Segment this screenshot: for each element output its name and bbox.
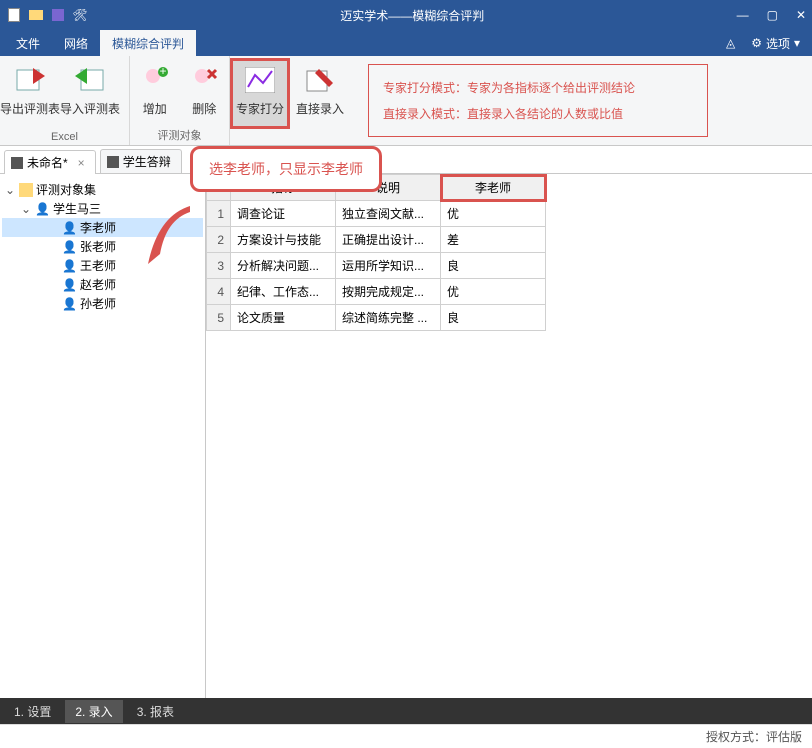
person-icon: 👤 bbox=[62, 278, 77, 292]
grid-pane: 指标 说明 李老师 1调查论证独立查阅文献...优 2方案设计与技能正确提出设计… bbox=[206, 174, 812, 698]
folder-icon bbox=[19, 183, 33, 197]
collapse-icon[interactable]: ⌄ bbox=[20, 202, 32, 216]
delete-button[interactable]: 删除 bbox=[180, 58, 230, 125]
edit-icon bbox=[304, 64, 336, 96]
table-row[interactable]: 4纪律、工作态...按期完成规定...优 bbox=[207, 279, 546, 305]
delete-user-icon bbox=[188, 64, 220, 96]
gear-icon: ⚙ bbox=[751, 36, 762, 50]
bottom-tabs: 1. 设置 2. 录入 3. 报表 bbox=[0, 698, 812, 724]
import-icon bbox=[74, 64, 106, 96]
doc-tab-student[interactable]: 学生答辩 bbox=[100, 149, 182, 173]
add-button[interactable]: + 增加 bbox=[130, 58, 180, 125]
ribbon-group-target: 评测对象 bbox=[130, 125, 229, 145]
callout-text: 选李老师，只显示李老师 bbox=[190, 146, 382, 192]
maximize-button[interactable]: ▢ bbox=[767, 8, 778, 22]
table-row[interactable]: 2方案设计与技能正确提出设计...差 bbox=[207, 227, 546, 253]
tools-icon[interactable]: 🛠 bbox=[72, 7, 88, 23]
data-grid: 指标 说明 李老师 1调查论证独立查阅文献...优 2方案设计与技能正确提出设计… bbox=[206, 174, 546, 331]
table-row[interactable]: 3分析解决问题...运用所学知识...良 bbox=[207, 253, 546, 279]
options-menu[interactable]: ⚙选项▾ bbox=[743, 30, 808, 56]
mode-line-1: 专家打分模式：专家为各指标逐个给出评测结论 bbox=[383, 75, 693, 101]
add-user-icon: + bbox=[139, 64, 171, 96]
menu-file[interactable]: 文件 bbox=[4, 30, 52, 56]
table-row[interactable]: 1调查论证独立查阅文献...优 bbox=[207, 201, 546, 227]
person-icon: 👤 bbox=[62, 297, 77, 311]
close-tab-icon[interactable]: × bbox=[78, 156, 85, 170]
table-row[interactable]: 5论文质量综述简练完整 ...良 bbox=[207, 305, 546, 331]
import-table-button[interactable]: 导入评测表 bbox=[60, 58, 120, 129]
statusbar: 授权方式：评估版 bbox=[0, 724, 812, 748]
tree-teacher-zhao[interactable]: 👤赵老师 bbox=[2, 275, 203, 294]
cube-icon bbox=[107, 156, 119, 168]
person-icon: 👤 bbox=[62, 221, 77, 235]
license-label: 授权方式：评估版 bbox=[706, 728, 802, 745]
help-icon[interactable]: ◬ bbox=[718, 30, 743, 56]
bottom-tab-input[interactable]: 2. 录入 bbox=[65, 700, 122, 723]
menubar: 文件 网络 模糊综合评判 ◬ ⚙选项▾ bbox=[0, 30, 812, 56]
minimize-button[interactable]: — bbox=[737, 8, 749, 22]
close-button[interactable]: ✕ bbox=[796, 8, 806, 22]
menu-network[interactable]: 网络 bbox=[52, 30, 100, 56]
expert-score-button[interactable]: 专家打分 bbox=[230, 58, 290, 129]
chart-icon bbox=[244, 64, 276, 96]
cube-icon bbox=[11, 157, 23, 169]
doc-tab-unnamed[interactable]: 未命名*× bbox=[4, 150, 96, 174]
bottom-tab-report[interactable]: 3. 报表 bbox=[127, 700, 184, 723]
collapse-icon[interactable]: ⌄ bbox=[4, 183, 16, 197]
callout-pointer bbox=[148, 206, 198, 266]
bottom-tab-settings[interactable]: 1. 设置 bbox=[4, 700, 61, 723]
col-teacher-li[interactable]: 李老师 bbox=[441, 175, 546, 201]
person-icon: 👤 bbox=[35, 202, 50, 216]
person-icon: 👤 bbox=[62, 240, 77, 254]
person-icon: 👤 bbox=[62, 259, 77, 273]
new-doc-icon[interactable] bbox=[6, 7, 22, 23]
save-icon[interactable] bbox=[50, 7, 66, 23]
mode-line-2: 直接录入模式：直接录入各结论的人数或比值 bbox=[383, 101, 693, 127]
direct-input-button[interactable]: 直接录入 bbox=[290, 58, 350, 129]
workspace: ⌄评测对象集 ⌄👤学生马三 👤李老师 👤张老师 👤王老师 👤赵老师 👤孙老师 指… bbox=[0, 174, 812, 698]
chevron-down-icon: ▾ bbox=[794, 36, 800, 50]
callout-annotation: 选李老师，只显示李老师 bbox=[190, 146, 382, 192]
titlebar: 🛠 迈实学术——模糊综合评判 — ▢ ✕ bbox=[0, 0, 812, 30]
export-table-button[interactable]: 导出评测表 bbox=[0, 58, 60, 129]
svg-text:+: + bbox=[159, 66, 166, 78]
document-tabs: 未命名*× 学生答辩 bbox=[0, 146, 812, 174]
mode-description-box: 专家打分模式：专家为各指标逐个给出评测结论 直接录入模式：直接录入各结论的人数或… bbox=[368, 64, 708, 137]
open-folder-icon[interactable] bbox=[28, 7, 44, 23]
tree-teacher-sun[interactable]: 👤孙老师 bbox=[2, 294, 203, 313]
export-icon bbox=[14, 64, 46, 96]
menu-fuzzy[interactable]: 模糊综合评判 bbox=[100, 30, 196, 56]
ribbon: 导出评测表 导入评测表 Excel + 增加 删除 评测对象 专家打分 bbox=[0, 56, 812, 146]
tree-root[interactable]: ⌄评测对象集 bbox=[2, 180, 203, 199]
app-title: 迈实学术——模糊综合评判 bbox=[88, 7, 737, 24]
ribbon-group-excel: Excel bbox=[0, 129, 129, 145]
